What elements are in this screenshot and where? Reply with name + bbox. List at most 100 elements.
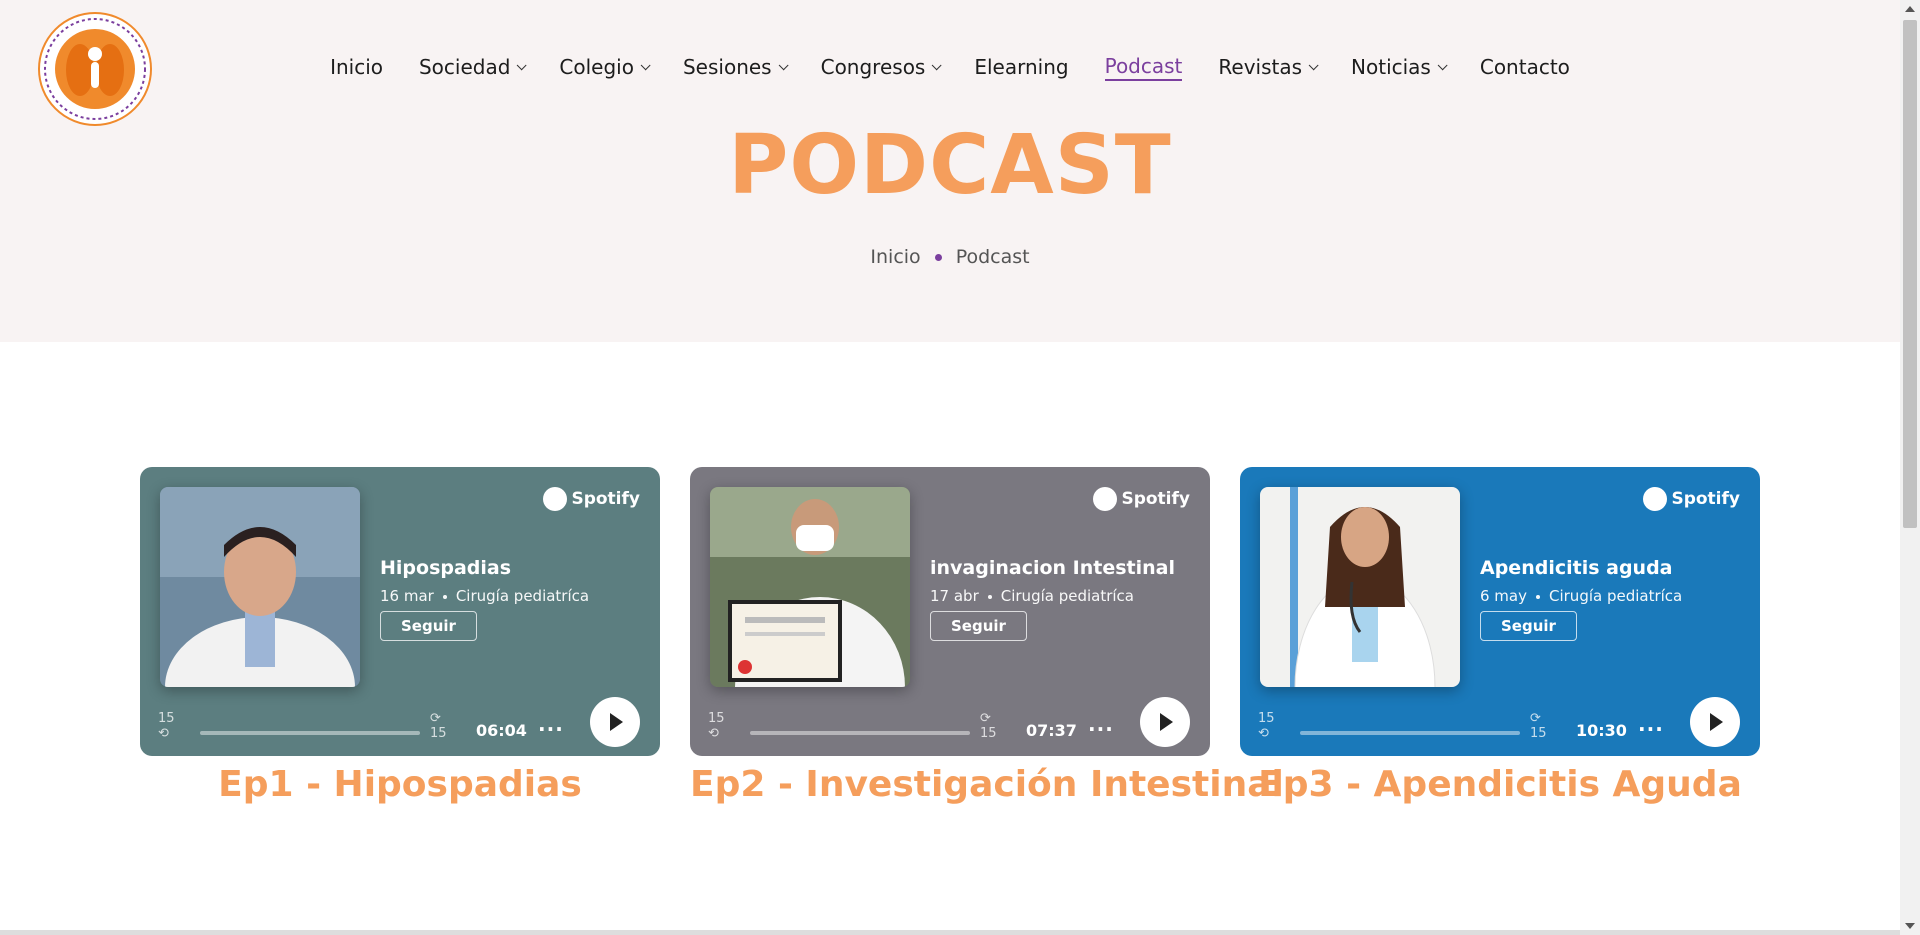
- episode-cover-image[interactable]: [1260, 487, 1460, 687]
- main-nav: Inicio Sociedad Colegio Sesiones Congres…: [0, 52, 1900, 82]
- play-icon: [1160, 713, 1173, 731]
- episode-duration: 06:04: [476, 721, 527, 740]
- chevron-down-icon: [1437, 59, 1448, 70]
- more-options-icon[interactable]: ···: [1088, 717, 1114, 741]
- nav-contacto[interactable]: Contacto: [1462, 52, 1588, 82]
- episode-duration: 07:37: [1026, 721, 1077, 740]
- vertical-scrollbar[interactable]: [1900, 0, 1920, 935]
- episode-heading: Ep1 - Hipospadias: [218, 764, 582, 805]
- episode-item: Spotify Apendicitis aguda 6 may Cirugía p…: [1240, 467, 1760, 805]
- spotify-logo[interactable]: Spotify: [543, 487, 640, 511]
- spotify-label: Spotify: [1121, 489, 1190, 509]
- progress-bar[interactable]: [200, 731, 420, 735]
- skip-back-value: 15: [158, 711, 175, 726]
- nav-label: Contacto: [1479, 55, 1570, 79]
- nav-sesiones[interactable]: Sesiones: [665, 52, 803, 82]
- episode-title[interactable]: Hipospadias: [380, 557, 511, 579]
- nav-label: Congresos: [820, 55, 926, 79]
- nav-label: Sesiones: [682, 55, 772, 79]
- spotify-label: Spotify: [1671, 489, 1740, 509]
- spotify-label: Spotify: [571, 489, 640, 509]
- nav-revistas[interactable]: Revistas: [1200, 52, 1333, 82]
- horizontal-scrollbar[interactable]: [0, 930, 1900, 935]
- episode-heading: Ep2 - Investigación Intestinal: [690, 764, 1284, 805]
- breadcrumb-home-link[interactable]: Inicio: [870, 246, 920, 268]
- play-button[interactable]: [1690, 697, 1740, 747]
- spotify-icon: [1643, 487, 1668, 511]
- chevron-down-icon: [778, 59, 789, 70]
- nav-noticias[interactable]: Noticias: [1333, 52, 1462, 82]
- episode-date: 6 may: [1480, 587, 1527, 605]
- skip-back-15-icon[interactable]: 15 ⟲: [158, 711, 188, 741]
- episode-item: Spotify invaginacion Intestinal 17 abr Ci…: [690, 467, 1284, 805]
- episode-meta: 6 may Cirugía pediatríca: [1480, 587, 1682, 605]
- episode-cover-image[interactable]: [160, 487, 360, 687]
- play-icon: [1710, 713, 1723, 731]
- follow-button[interactable]: Seguir: [380, 611, 477, 641]
- episode-cover-image[interactable]: [710, 487, 910, 687]
- spotify-logo[interactable]: Spotify: [1093, 487, 1190, 511]
- chevron-down-icon: [640, 59, 651, 70]
- skip-forward-15-icon[interactable]: ⟳ 15: [1530, 711, 1560, 741]
- episode-title[interactable]: Apendicitis aguda: [1480, 557, 1673, 579]
- episode-meta: 17 abr Cirugía pediatríca: [930, 587, 1134, 605]
- skip-forward-value: 15: [430, 726, 447, 741]
- show-name[interactable]: Cirugía pediatríca: [1001, 587, 1134, 605]
- episode-heading: Ep3 - Apendicitis Aguda: [1258, 764, 1742, 805]
- nav-congresos[interactable]: Congresos: [803, 52, 957, 82]
- spotify-embed-card: Spotify invaginacion Intestinal 17 abr Ci…: [690, 467, 1210, 756]
- breadcrumb-current: Podcast: [955, 246, 1030, 268]
- episode-item: Spotify Hipospadias 16 mar Cirugía pediat…: [140, 467, 660, 805]
- meta-separator: [1536, 594, 1540, 599]
- nav-colegio[interactable]: Colegio: [541, 52, 665, 82]
- spotify-icon: [543, 487, 568, 511]
- chevron-down-icon: [517, 59, 527, 70]
- nav-inicio[interactable]: Inicio: [312, 52, 401, 82]
- progress-bar[interactable]: [750, 731, 970, 735]
- skip-back-15-icon[interactable]: 15 ⟲: [708, 711, 738, 741]
- spotify-icon: [1093, 487, 1118, 511]
- spotify-embed-card: Spotify Apendicitis aguda 6 may Cirugía p…: [1240, 467, 1760, 756]
- scroll-up-arrow-icon[interactable]: [1905, 6, 1915, 12]
- spotify-logo[interactable]: Spotify: [1643, 487, 1740, 511]
- episode-duration: 10:30: [1576, 721, 1627, 740]
- chevron-down-icon: [1308, 59, 1319, 70]
- nav-label: Revistas: [1218, 55, 1303, 79]
- skip-forward-value: 15: [1530, 726, 1547, 741]
- skip-back-15-icon[interactable]: 15 ⟲: [1258, 711, 1288, 741]
- show-name[interactable]: Cirugía pediatríca: [456, 587, 589, 605]
- follow-button[interactable]: Seguir: [1480, 611, 1577, 641]
- nav-sociedad[interactable]: Sociedad: [401, 52, 541, 82]
- follow-button[interactable]: Seguir: [930, 611, 1027, 641]
- more-options-icon[interactable]: ···: [538, 717, 564, 741]
- skip-forward-value: 15: [980, 726, 997, 741]
- play-icon: [610, 713, 623, 731]
- play-button[interactable]: [590, 697, 640, 747]
- skip-back-value: 15: [1258, 711, 1275, 726]
- nav-elearning[interactable]: Elearning: [956, 52, 1086, 82]
- nav-label: Colegio: [559, 55, 634, 79]
- chevron-down-icon: [932, 59, 942, 70]
- podcast-episodes: Spotify Hipospadias 16 mar Cirugía pediat…: [140, 467, 1760, 805]
- episode-meta: 16 mar Cirugía pediatríca: [380, 587, 589, 605]
- scroll-down-arrow-icon[interactable]: [1905, 923, 1915, 929]
- breadcrumb-separator: [934, 254, 942, 261]
- episode-date: 17 abr: [930, 587, 979, 605]
- nav-podcast[interactable]: Podcast: [1087, 52, 1201, 82]
- nav-label: Noticias: [1351, 55, 1431, 79]
- episode-date: 16 mar: [380, 587, 434, 605]
- nav-label: Elearning: [974, 55, 1069, 79]
- scrollbar-thumb[interactable]: [1903, 20, 1917, 528]
- skip-forward-15-icon[interactable]: ⟳ 15: [980, 711, 1010, 741]
- skip-forward-15-icon[interactable]: ⟳ 15: [430, 711, 460, 741]
- progress-bar[interactable]: [1300, 731, 1520, 735]
- page-title: PODCAST: [728, 118, 1172, 213]
- nav-label: Inicio: [330, 55, 383, 79]
- episode-title[interactable]: invaginacion Intestinal: [930, 557, 1175, 579]
- spotify-embed-card: Spotify Hipospadias 16 mar Cirugía pediat…: [140, 467, 660, 756]
- page-header: Inicio Sociedad Colegio Sesiones Congres…: [0, 0, 1900, 342]
- nav-label: Sociedad: [418, 55, 511, 79]
- show-name[interactable]: Cirugía pediatríca: [1549, 587, 1682, 605]
- play-button[interactable]: [1140, 697, 1190, 747]
- more-options-icon[interactable]: ···: [1638, 717, 1664, 741]
